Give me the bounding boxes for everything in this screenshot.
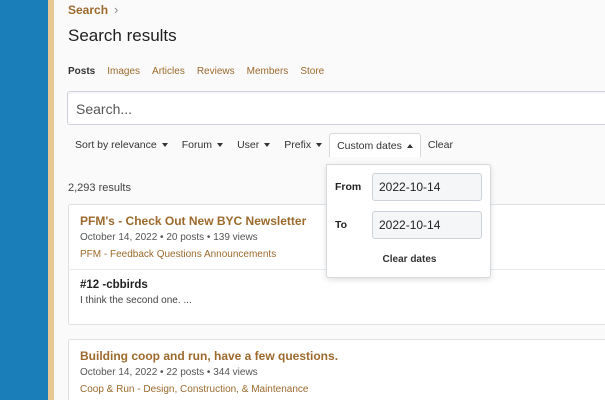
forum-filter-label: Forum (181, 139, 213, 151)
filter-bar: Sort by relevance Forum User Prefix Cust… (68, 133, 460, 157)
clear-dates-button[interactable]: Clear dates (327, 254, 492, 265)
to-date-row: To 2022-10-14 (335, 211, 485, 239)
caret-up-icon (406, 143, 413, 148)
tab-articles[interactable]: Articles (152, 66, 185, 77)
result-card: Building coop and run, have a few questi… (68, 339, 605, 400)
tab-store[interactable]: Store (300, 66, 324, 77)
sort-label: Sort by relevance (75, 139, 157, 151)
tab-images[interactable]: Images (107, 66, 140, 77)
page-title: Search results (68, 26, 177, 45)
forum-filter[interactable]: Forum (175, 133, 230, 157)
reply-snippet: I think the second one. ... (80, 295, 192, 306)
user-filter[interactable]: User (230, 133, 277, 157)
to-date-input[interactable]: 2022-10-14 (372, 211, 482, 239)
caret-down-icon (264, 143, 271, 147)
clear-filters-label: Clear (427, 139, 453, 151)
custom-dates-dropdown: From 2022-10-14 To 2022-10-14 Clear date… (326, 164, 491, 278)
caret-down-icon (161, 143, 168, 147)
to-label: To (335, 219, 348, 231)
result-title-link[interactable]: Building coop and run, have a few questi… (80, 349, 605, 363)
result-forum-link[interactable]: Coop & Run - Design, Construction, & Mai… (80, 384, 605, 395)
breadcrumb-search-link[interactable]: Search (68, 3, 108, 17)
result-type-tabs: Posts Images Articles Reviews Members St… (68, 66, 324, 77)
custom-dates-label: Custom dates (337, 139, 402, 152)
result-meta: October 14, 2022 • 22 posts • 344 views (80, 367, 258, 378)
from-label: From (335, 181, 362, 193)
user-filter-label: User (237, 139, 260, 151)
prefix-filter-label: Prefix (284, 139, 312, 151)
prefix-filter[interactable]: Prefix (277, 133, 329, 157)
tab-members[interactable]: Members (247, 66, 289, 77)
tab-reviews[interactable]: Reviews (197, 66, 235, 77)
results-count: 2,293 results (68, 182, 131, 194)
tab-posts[interactable]: Posts (68, 66, 95, 77)
breadcrumb: Search › (68, 2, 118, 17)
clear-filters-button[interactable]: Clear (421, 133, 460, 157)
chevron-right-icon: › (114, 2, 119, 17)
from-date-row: From 2022-10-14 (335, 173, 485, 201)
from-date-input[interactable]: 2022-10-14 (372, 173, 482, 201)
custom-dates-filter[interactable]: Custom dates (329, 133, 421, 157)
reply-title-link[interactable]: #12 -cbbirds (80, 279, 605, 291)
search-input[interactable]: Search... (67, 91, 605, 125)
result-item: Building coop and run, have a few questi… (69, 340, 605, 400)
caret-down-icon (316, 143, 323, 147)
caret-down-icon (217, 143, 224, 147)
sort-dropdown[interactable]: Sort by relevance (68, 133, 175, 157)
